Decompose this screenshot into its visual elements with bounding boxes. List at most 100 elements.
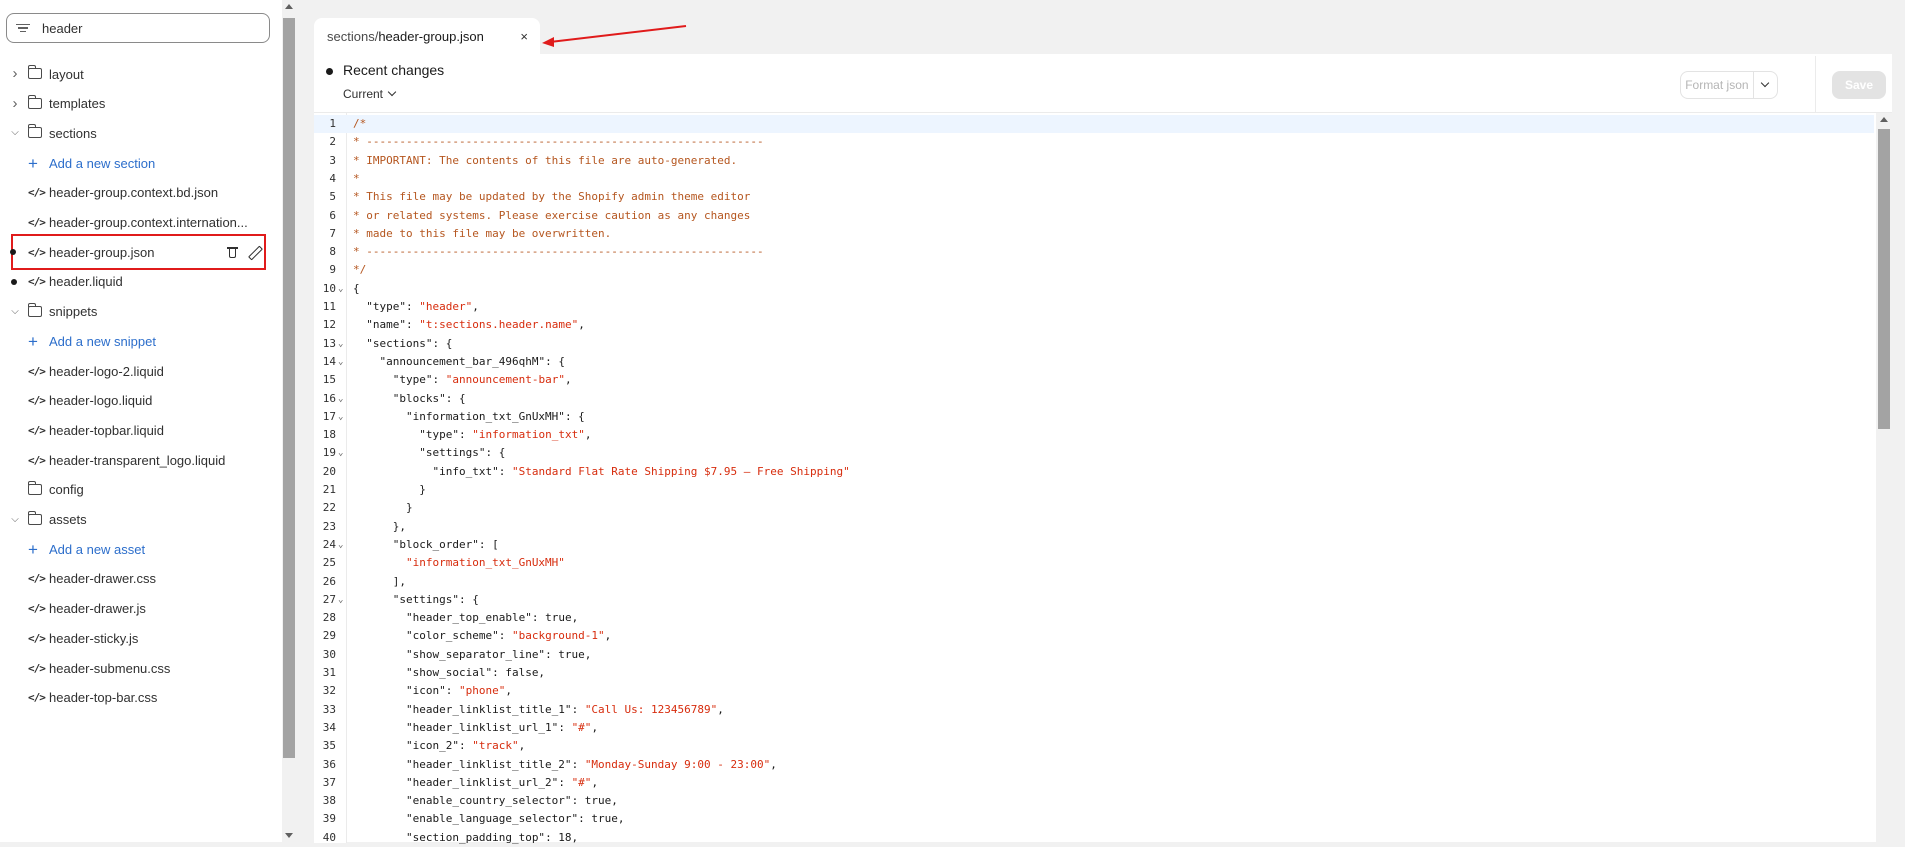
code-text: "information_txt_GnUxMH": {	[405, 409, 585, 423]
code-line[interactable]: 2 * -------------------------------------…	[314, 133, 1874, 151]
code-line[interactable]: 23 },	[314, 518, 1874, 536]
save-button[interactable]: Save	[1832, 71, 1886, 99]
code-text: "settings": {	[419, 446, 506, 460]
chevron-down-icon[interactable]: ⌵	[10, 128, 20, 138]
tree-item-label: Add a new snippet	[49, 333, 156, 349]
code-line[interactable]: 25 "information_txt_GnUxMH"	[314, 554, 1874, 572]
line-number: 39	[322, 812, 336, 826]
code-line[interactable]: 15 "type": "announcement-bar",	[314, 371, 1874, 389]
chevron-right-icon[interactable]: ›	[10, 96, 20, 111]
code-line[interactable]: 17 ⌄ "information_txt_GnUxMH": {	[314, 408, 1874, 426]
trash-icon[interactable]	[227, 246, 238, 259]
code-line[interactable]: 37 "header_linklist_url_2": "#",	[314, 774, 1874, 792]
code-line[interactable]: 38 "enable_country_selector": true,	[314, 792, 1874, 810]
line-number: 6	[329, 208, 336, 222]
line-number: 13	[322, 336, 336, 350]
code-text: "header_linklist_title_2": "Monday-Sunda…	[405, 757, 777, 771]
code-line[interactable]: 7 * made to this file may be overwritten.	[314, 225, 1874, 243]
code-text: *	[353, 171, 360, 185]
fold-chevron-icon[interactable]: ⌄	[338, 390, 343, 408]
code-text: "color_scheme": "background-1",	[405, 629, 612, 643]
code-line[interactable]: 36 "header_linklist_title_2": "Monday-Su…	[314, 756, 1874, 774]
code-text: * --------------------------------------…	[353, 135, 764, 149]
chevron-right-icon[interactable]: ›	[10, 66, 20, 81]
code-line[interactable]: 33 "header_linklist_title_1": "Call Us: …	[314, 701, 1874, 719]
code-line[interactable]: 10 ⌄ {	[314, 280, 1874, 298]
code-line[interactable]: 12 "name": "t:sections.header.name",	[314, 316, 1874, 334]
code-line[interactable]: 35 "icon_2": "track",	[314, 737, 1874, 755]
code-line[interactable]: 29 "color_scheme": "background-1",	[314, 627, 1874, 645]
code-line[interactable]: 31 "show_social": false,	[314, 664, 1874, 682]
code-line[interactable]: 14 ⌄ "announcement_bar_496qhM": {	[314, 353, 1874, 371]
version-dropdown[interactable]: Current	[343, 87, 397, 101]
plus-icon: +	[28, 153, 38, 173]
code-text: "header_linklist_url_1": "#",	[405, 720, 599, 734]
file-header-top-bar-css[interactable]: </> header-top-bar.css	[0, 680, 282, 716]
file-search[interactable]	[6, 13, 270, 43]
fold-chevron-icon[interactable]: ⌄	[338, 353, 343, 371]
code-line[interactable]: 32 "icon": "phone",	[314, 682, 1874, 700]
folder-icon	[27, 65, 42, 79]
fold-chevron-icon[interactable]: ⌄	[338, 444, 343, 462]
filter-icon	[16, 23, 32, 33]
plus-icon: +	[28, 539, 38, 559]
file-sidebar: › layout › templates ⌵ sections + Add a new sec…	[0, 0, 282, 842]
code-line[interactable]: 18 "type": "information_txt",	[314, 426, 1874, 444]
scroll-up-arrow-icon[interactable]	[1880, 117, 1888, 122]
tree-item-label: header-sticky.js	[49, 630, 139, 646]
code-text: }	[353, 483, 426, 496]
line-number: 11	[322, 300, 336, 313]
code-line[interactable]: 22 }	[314, 499, 1874, 517]
close-tab-icon[interactable]: ×	[520, 29, 528, 44]
scrollbar-thumb[interactable]	[283, 18, 295, 758]
code-line[interactable]: 26 ],	[314, 573, 1874, 591]
chevron-down-icon[interactable]: ⌵	[10, 514, 20, 525]
pencil-icon[interactable]	[248, 246, 260, 258]
code-line[interactable]: 5 * This file may be updated by the Shopi…	[314, 188, 1874, 206]
tab-header-group-json[interactable]: sections/header-group.json ×	[314, 18, 540, 54]
code-line[interactable]: 20 "info_txt": "Standard Flat Rate Shipp…	[314, 463, 1874, 481]
code-line[interactable]: 27 ⌄ "settings": {	[314, 591, 1874, 609]
code-line[interactable]: 3 * IMPORTANT: The contents of this file …	[314, 152, 1874, 170]
code-line[interactable]: 8 * -------------------------------------…	[314, 243, 1874, 261]
code-line[interactable]: 16 ⌄ "blocks": {	[314, 390, 1874, 408]
code-line[interactable]: 11 "type": "header",	[314, 298, 1874, 316]
code-line[interactable]: 6 * or related systems. Please exercise c…	[314, 207, 1874, 225]
line-number: 30	[322, 647, 336, 661]
code-line[interactable]: 39 "enable_language_selector": true,	[314, 810, 1874, 828]
folder-icon	[27, 124, 42, 139]
code-line[interactable]: 30 "show_separator_line": true,	[314, 646, 1874, 664]
sidebar-scrollbar[interactable]	[282, 0, 296, 842]
code-text: * made to this file may be overwritten.	[353, 226, 612, 240]
fold-chevron-icon[interactable]: ⌄	[338, 408, 343, 426]
editor-scrollbar-thumb[interactable]	[1878, 129, 1890, 429]
editor-scrollbar[interactable]	[1876, 113, 1892, 843]
code-line[interactable]: 19 ⌄ "settings": {	[314, 444, 1874, 462]
code-file-icon: </>	[28, 275, 46, 289]
fold-chevron-icon[interactable]: ⌄	[338, 591, 343, 609]
code-text: }	[353, 501, 413, 515]
code-line[interactable]: 13 ⌄ "sections": {	[314, 335, 1874, 353]
code-text: */	[353, 263, 367, 277]
fold-chevron-icon[interactable]: ⌄	[338, 335, 343, 353]
scroll-up-arrow-icon[interactable]	[285, 4, 293, 9]
code-line[interactable]: 21 }	[314, 481, 1874, 499]
code-line[interactable]: 4 *	[314, 170, 1874, 188]
code-line[interactable]: 9 */	[314, 261, 1874, 279]
code-line[interactable]: 34 "header_linklist_url_1": "#",	[314, 719, 1874, 737]
chevron-down-icon[interactable]: ⌵	[10, 306, 20, 317]
format-options-button[interactable]	[1754, 76, 1777, 94]
modified-dot	[11, 278, 17, 285]
code-text: "block_order": [	[392, 537, 499, 551]
code-line[interactable]: 28 "header_top_enable": true,	[314, 609, 1874, 627]
code-editor[interactable]: 1 /* 2 * ----------------------------------…	[314, 112, 1892, 844]
code-line[interactable]: 1 /*	[314, 115, 1874, 133]
fold-chevron-icon[interactable]: ⌄	[338, 280, 343, 298]
format-json-button[interactable]: Format json	[1681, 72, 1754, 98]
code-line[interactable]: 40 "section_padding_top": 18,	[314, 829, 1874, 847]
fold-chevron-icon[interactable]: ⌄	[338, 536, 343, 554]
scroll-down-arrow-icon[interactable]	[285, 833, 293, 838]
search-input[interactable]	[40, 19, 264, 37]
code-line[interactable]: 24 ⌄ "block_order": [	[314, 536, 1874, 554]
code-file-icon: </>	[28, 602, 46, 616]
